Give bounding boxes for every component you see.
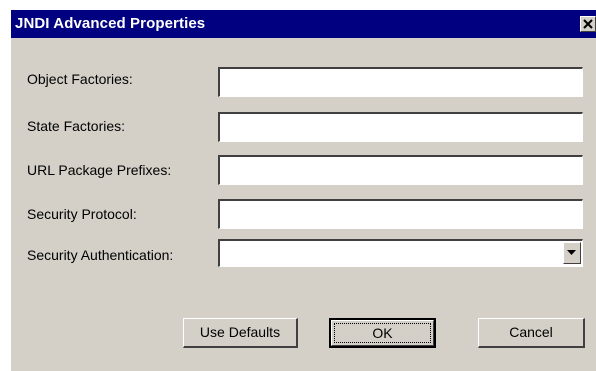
security-protocol-input[interactable] — [218, 199, 583, 229]
title-bar[interactable]: JNDI Advanced Properties — [11, 10, 596, 38]
security-authentication-label: Security Authentication: — [27, 247, 174, 263]
object-factories-label: Object Factories: — [27, 71, 133, 87]
cancel-button[interactable]: Cancel — [478, 318, 585, 348]
security-authentication-select[interactable] — [218, 239, 583, 267]
url-package-prefixes-label: URL Package Prefixes: — [27, 162, 172, 178]
state-factories-input[interactable] — [218, 112, 583, 142]
jndi-advanced-properties-dialog: JNDI Advanced Properties Object Factorie… — [9, 8, 596, 371]
use-defaults-button[interactable]: Use Defaults — [183, 318, 298, 348]
security-protocol-label: Security Protocol: — [27, 206, 137, 222]
url-package-prefixes-input[interactable] — [218, 155, 583, 185]
ok-button[interactable]: OK — [329, 318, 436, 348]
object-factories-input[interactable] — [218, 67, 583, 97]
close-icon — [583, 19, 593, 29]
chevron-down-icon — [567, 250, 576, 255]
close-button[interactable] — [580, 16, 596, 32]
security-authentication-dropdown-button[interactable] — [563, 242, 581, 264]
dialog-title: JNDI Advanced Properties — [15, 15, 206, 32]
state-factories-label: State Factories: — [27, 118, 126, 134]
ok-button-label: OK — [372, 325, 393, 341]
